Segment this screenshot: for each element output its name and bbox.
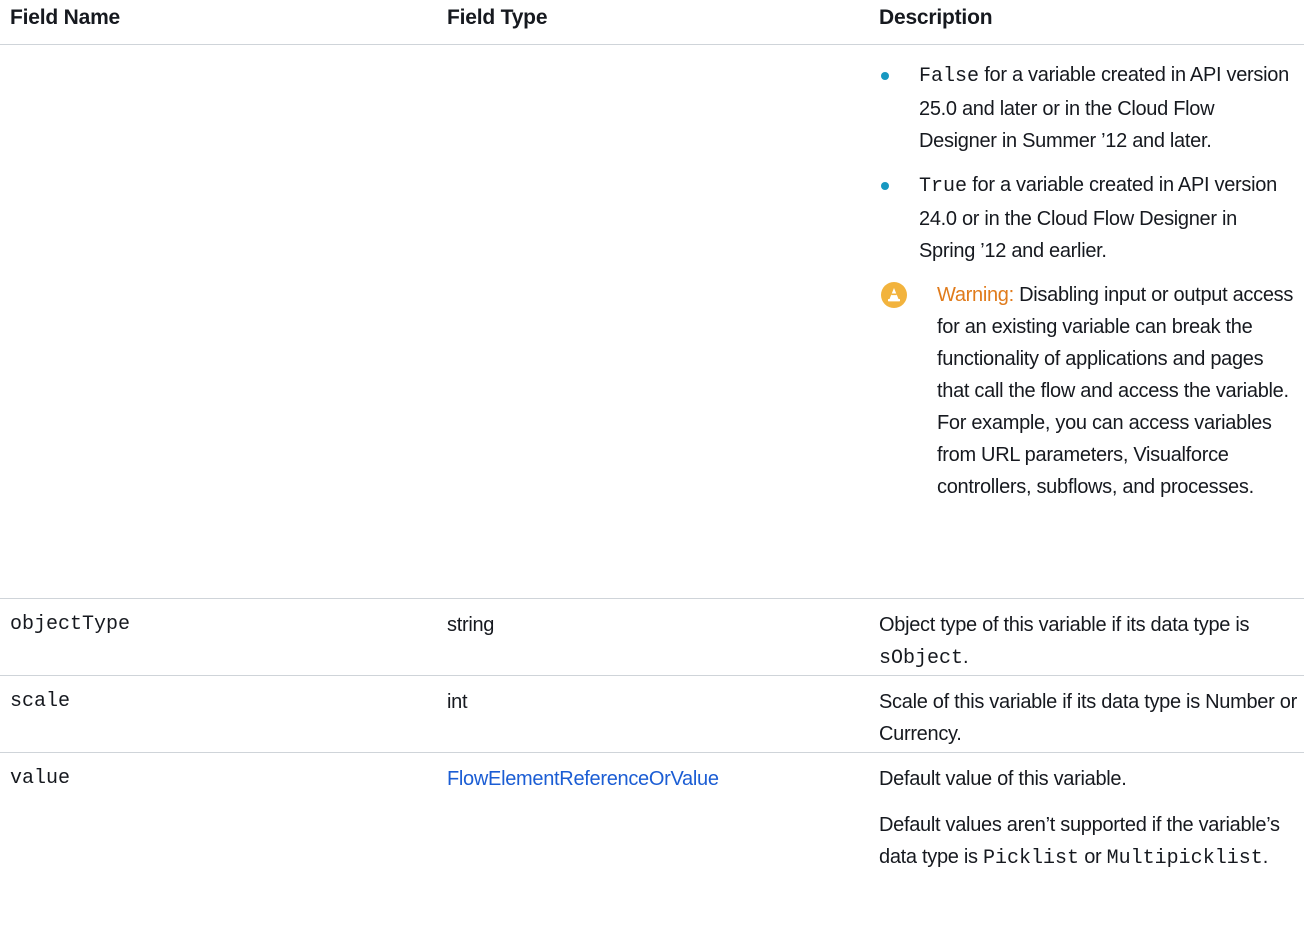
description-text: or [1078,846,1107,868]
warning-text: Disabling input or output access for an … [937,284,1294,498]
list-item-text: for a variable created in API version 24… [919,174,1277,262]
field-name-cell: value [10,767,71,790]
description-text: . [963,646,969,668]
code-false: False [919,65,980,88]
table-row: False for a variable created in API vers… [0,45,1304,599]
table-row: objectType string Object type of this va… [0,599,1304,676]
description-text: Object type of this variable if its data… [879,614,1250,636]
field-type-cell: string [447,614,495,636]
table-row: value FlowElementReferenceOrValue Defaul… [0,753,1304,949]
header-field-type: Field Type [447,6,548,29]
warning-label: Warning: [937,284,1014,306]
description-cell: False for a variable created in API vers… [879,59,1297,503]
description-text: Default value of this variable. [879,768,1127,790]
description-note: Default values aren’t supported if the v… [879,809,1297,875]
code-multipicklist: Multipicklist [1106,847,1263,870]
bullet-dot-icon [881,182,889,190]
code-true: True [919,175,968,198]
field-table: Field Name Field Type Description False … [0,0,1304,949]
field-type-cell: int [447,691,468,713]
header-field-name: Field Name [10,6,121,29]
table-row: scale int Scale of this variable if its … [0,676,1304,753]
field-type-link[interactable]: FlowElementReferenceOrValue [447,763,719,795]
table-header: Field Name Field Type Description [0,0,1304,45]
description-cell: Object type of this variable if its data… [879,609,1297,675]
list-item: False for a variable created in API vers… [879,59,1297,157]
list-item: True for a variable created in API versi… [879,169,1297,267]
field-name-cell: scale [10,690,71,713]
description-cell: Default value of this variable. Default … [879,763,1297,875]
description-text: . [1262,846,1269,868]
header-description: Description [879,6,993,29]
code-sobject: sObject [879,647,964,670]
warning-note: Warning: Disabling input or output acces… [879,279,1297,503]
bullet-dot-icon [881,72,889,80]
code-picklist: Picklist [982,847,1079,870]
description-cell: Scale of this variable if its data type … [879,691,1297,745]
field-name-cell: objectType [10,613,131,636]
warning-cone-icon [881,282,907,308]
